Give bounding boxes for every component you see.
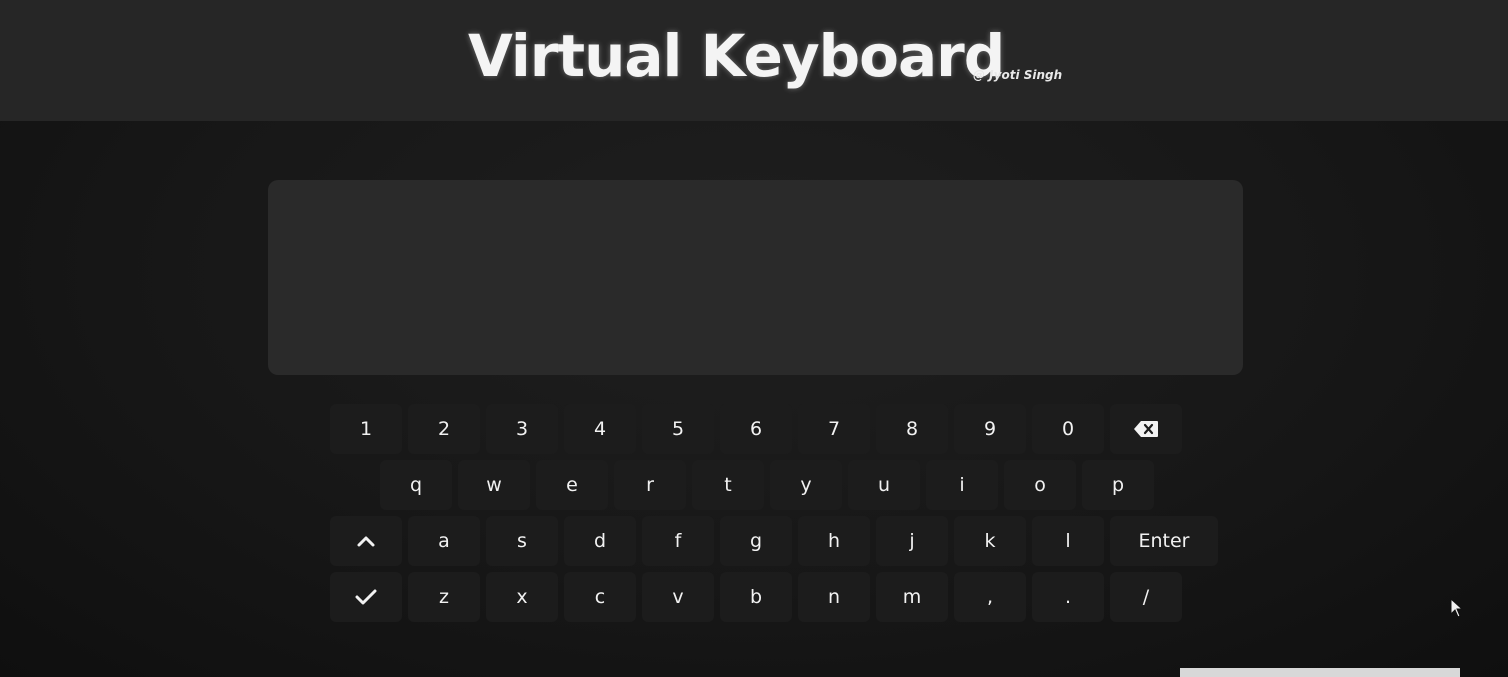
key-5[interactable]: 5: [642, 404, 714, 454]
key-u[interactable]: u: [848, 460, 920, 510]
key-x[interactable]: x: [486, 572, 558, 622]
key-period[interactable]: .: [1032, 572, 1104, 622]
key-comma[interactable]: ,: [954, 572, 1026, 622]
keyboard-row-bottom-letters: z x c v b n m , . /: [330, 572, 1182, 622]
key-i[interactable]: i: [926, 460, 998, 510]
backspace-key[interactable]: [1110, 404, 1182, 454]
key-8[interactable]: 8: [876, 404, 948, 454]
key-w[interactable]: w: [458, 460, 530, 510]
key-c[interactable]: c: [564, 572, 636, 622]
caret-up-icon: [356, 534, 376, 548]
key-y[interactable]: y: [770, 460, 842, 510]
screen-edge-glare: [1180, 668, 1460, 677]
key-p[interactable]: p: [1082, 460, 1154, 510]
mouse-pointer-icon: [1450, 597, 1464, 622]
key-g[interactable]: g: [720, 516, 792, 566]
key-3[interactable]: 3: [486, 404, 558, 454]
keyboard-row-numbers: 1 2 3 4 5 6 7 8 9 0: [330, 404, 1182, 454]
key-f[interactable]: f: [642, 516, 714, 566]
keyboard-row-top-letters: q w e r t y u i o p: [330, 460, 1180, 510]
key-z[interactable]: z: [408, 572, 480, 622]
virtual-keyboard: 1 2 3 4 5 6 7 8 9 0 q w e r t y u i o p …: [330, 404, 1218, 628]
page: Virtual Keyboard @ Jyoti Singh 1 2 3 4 5…: [0, 0, 1508, 677]
key-2[interactable]: 2: [408, 404, 480, 454]
header: Virtual Keyboard @ Jyoti Singh: [0, 0, 1508, 121]
key-n[interactable]: n: [798, 572, 870, 622]
backspace-icon: [1133, 420, 1159, 438]
key-1[interactable]: 1: [330, 404, 402, 454]
text-output-field[interactable]: [268, 180, 1243, 375]
author-byline: @ Jyoti Singh: [973, 68, 1063, 82]
keyboard-row-home-letters: a s d f g h j k l Enter: [330, 516, 1218, 566]
enter-key[interactable]: Enter: [1110, 516, 1218, 566]
key-7[interactable]: 7: [798, 404, 870, 454]
key-9[interactable]: 9: [954, 404, 1026, 454]
key-d[interactable]: d: [564, 516, 636, 566]
key-0[interactable]: 0: [1032, 404, 1104, 454]
key-b[interactable]: b: [720, 572, 792, 622]
key-o[interactable]: o: [1004, 460, 1076, 510]
checkmark-icon: [355, 589, 377, 605]
key-s[interactable]: s: [486, 516, 558, 566]
key-e[interactable]: e: [536, 460, 608, 510]
done-key[interactable]: [330, 572, 402, 622]
page-title: Virtual Keyboard: [468, 22, 1005, 90]
key-t[interactable]: t: [692, 460, 764, 510]
key-k[interactable]: k: [954, 516, 1026, 566]
key-4[interactable]: 4: [564, 404, 636, 454]
key-q[interactable]: q: [380, 460, 452, 510]
key-a[interactable]: a: [408, 516, 480, 566]
key-slash[interactable]: /: [1110, 572, 1182, 622]
key-h[interactable]: h: [798, 516, 870, 566]
key-6[interactable]: 6: [720, 404, 792, 454]
key-l[interactable]: l: [1032, 516, 1104, 566]
key-r[interactable]: r: [614, 460, 686, 510]
key-m[interactable]: m: [876, 572, 948, 622]
shift-key[interactable]: [330, 516, 402, 566]
key-v[interactable]: v: [642, 572, 714, 622]
key-j[interactable]: j: [876, 516, 948, 566]
